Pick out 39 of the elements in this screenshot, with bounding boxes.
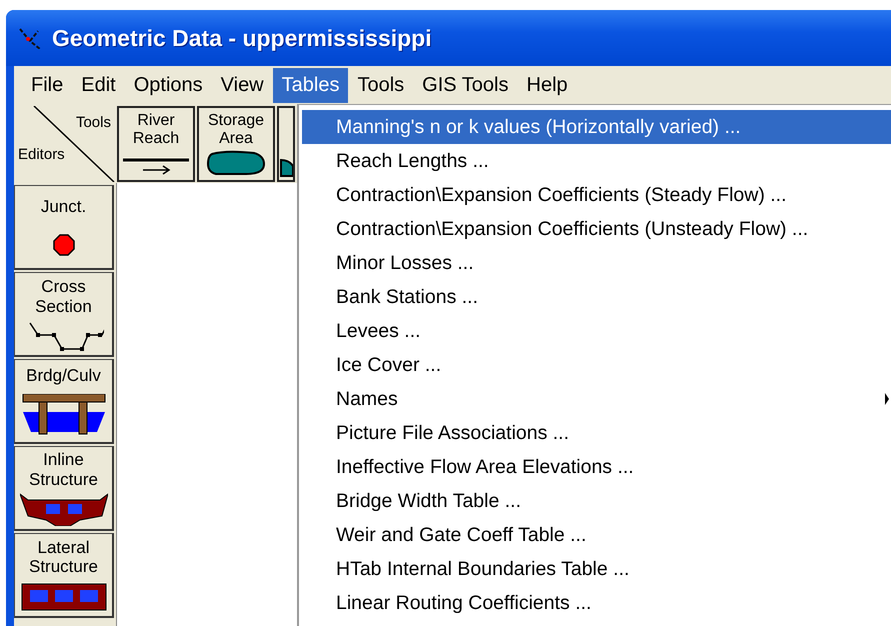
- menu-item[interactable]: Weir and Gate Coeff Table ...: [299, 518, 891, 552]
- editors-label: Editors: [18, 146, 65, 163]
- bridge-icon: [20, 394, 106, 436]
- menu-item[interactable]: HTab Internal Boundaries Table ...: [299, 552, 891, 586]
- menu-item[interactable]: Edit: [72, 68, 125, 102]
- menu-item[interactable]: File: [22, 68, 72, 102]
- menu-item[interactable]: Minor Losses ...: [299, 246, 891, 280]
- menu-item[interactable]: Picture File Associations ...: [299, 416, 891, 450]
- editor-button[interactable]: Brdg/Culv: [14, 359, 114, 444]
- editor-button[interactable]: Inline Structure: [14, 446, 114, 531]
- menu-item[interactable]: Tools: [348, 68, 414, 102]
- menu-item[interactable]: Ineffective Flow Area Elevations ...: [299, 450, 891, 484]
- menu-item[interactable]: Ice Cover ...: [299, 348, 891, 382]
- menu-item[interactable]: View: [212, 68, 273, 102]
- menu-item[interactable]: Bridge Width Table ...: [299, 484, 891, 518]
- menu-item[interactable]: Names: [299, 382, 891, 416]
- storage-area-button[interactable]: Storage Area: [197, 106, 275, 182]
- app-icon: [18, 27, 42, 49]
- menu-item[interactable]: Manning's n or k values (Horizontally varied) ...: [302, 110, 891, 144]
- menu-item[interactable]: Contraction\Expansion Coefficients (Steady Flow) ...: [299, 178, 891, 212]
- tools-label: Tools: [76, 114, 111, 131]
- menu-item[interactable]: Options: [124, 68, 212, 102]
- tool-button[interactable]: [277, 106, 295, 182]
- menu-item[interactable]: Levees ...: [299, 314, 891, 348]
- editor-button[interactable]: Lateral Structure: [14, 533, 114, 618]
- river-reach-button[interactable]: River Reach: [117, 106, 195, 182]
- menu-item[interactable]: Reach Lengths ...: [299, 144, 891, 178]
- area-blob-icon: [206, 150, 266, 176]
- line-arrow-icon: [123, 158, 189, 176]
- menu-item[interactable]: Help: [518, 68, 577, 102]
- menu-item[interactable]: GIS Tools: [413, 68, 518, 102]
- inline-structure-icon: [20, 492, 108, 526]
- editor-button[interactable]: Cross Section: [14, 272, 114, 357]
- menu-item[interactable]: Bank Stations ...: [299, 280, 891, 314]
- menu-item[interactable]: Linear Routing Coefficients ...: [299, 586, 891, 620]
- menu-item[interactable]: Tables: [272, 68, 348, 102]
- menu-item[interactable]: Contraction\Expansion Coefficients (Unsteady Flow) ...: [299, 212, 891, 246]
- window-title: Geometric Data - uppermississippi: [52, 24, 432, 52]
- editor-button[interactable]: Junct.: [14, 185, 114, 270]
